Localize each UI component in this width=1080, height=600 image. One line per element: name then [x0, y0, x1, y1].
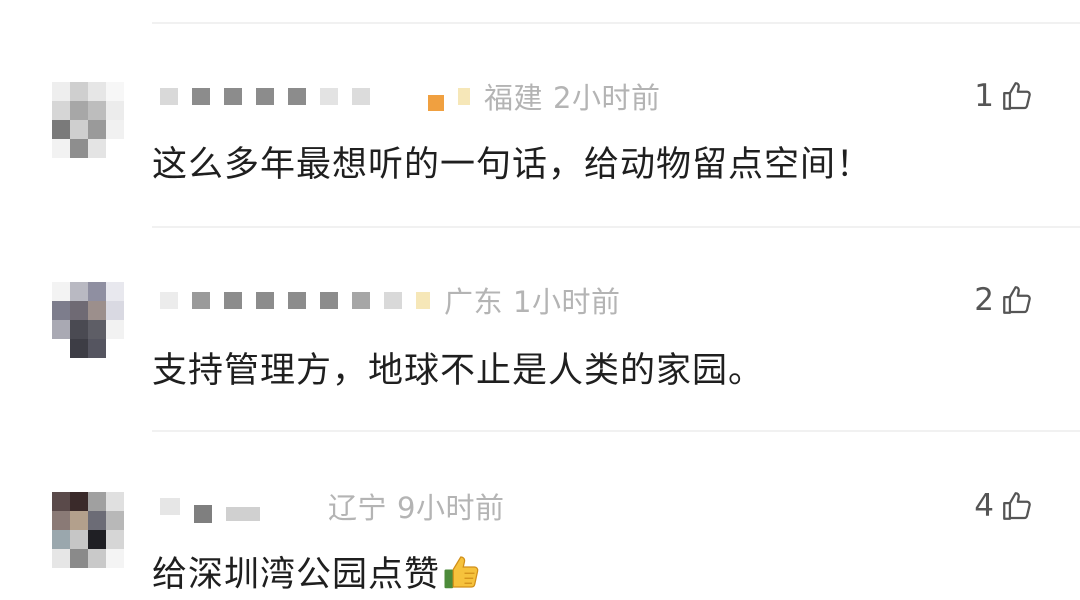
avatar[interactable] [52, 282, 124, 358]
location-time: 福建 2小时前 [484, 75, 670, 117]
divider [152, 22, 1080, 24]
username-redacted[interactable] [160, 81, 484, 111]
like-count: 2 [974, 282, 994, 318]
location-time: 辽宁 9小时前 [328, 485, 514, 527]
thumb-up-icon [1000, 79, 1034, 113]
like-button[interactable]: 1 [974, 78, 1034, 114]
thumb-up-icon [1000, 489, 1034, 523]
comment-meta: 广东 1小时前 [160, 280, 630, 320]
thumbs-up-emoji-icon [442, 552, 482, 600]
like-button[interactable]: 4 [974, 488, 1034, 524]
comment-meta: 福建 2小时前 [160, 76, 670, 116]
username-redacted[interactable] [160, 489, 328, 523]
comment-text: 这么多年最想听的一句话，给动物留点空间！ [152, 145, 873, 185]
like-button[interactable]: 2 [974, 282, 1034, 318]
location-time: 广东 1小时前 [444, 279, 630, 321]
divider [152, 430, 1080, 432]
avatar[interactable] [52, 492, 124, 568]
comment-meta: 辽宁 9小时前 [160, 486, 514, 526]
divider [152, 226, 1080, 228]
comment-text: 给深圳湾公园点赞 [152, 546, 482, 600]
like-count: 1 [974, 78, 994, 114]
location: 广东 [444, 285, 504, 319]
timestamp: 1小时前 [513, 285, 621, 319]
avatar[interactable] [52, 82, 124, 158]
location: 福建 [484, 81, 544, 115]
timestamp: 2小时前 [553, 81, 661, 115]
location: 辽宁 [328, 491, 388, 525]
comment-text: 支持管理方，地球不止是人类的家园。 [152, 351, 765, 391]
username-redacted[interactable] [160, 291, 444, 309]
like-count: 4 [974, 488, 994, 524]
comment-text-content: 给深圳湾公园点赞 [152, 555, 441, 595]
timestamp: 9小时前 [397, 491, 505, 525]
thumb-up-icon [1000, 283, 1034, 317]
comment-list: 福建 2小时前 这么多年最想听的一句话，给动物留点空间！ 1 广东 1小时前 支… [0, 0, 1080, 600]
